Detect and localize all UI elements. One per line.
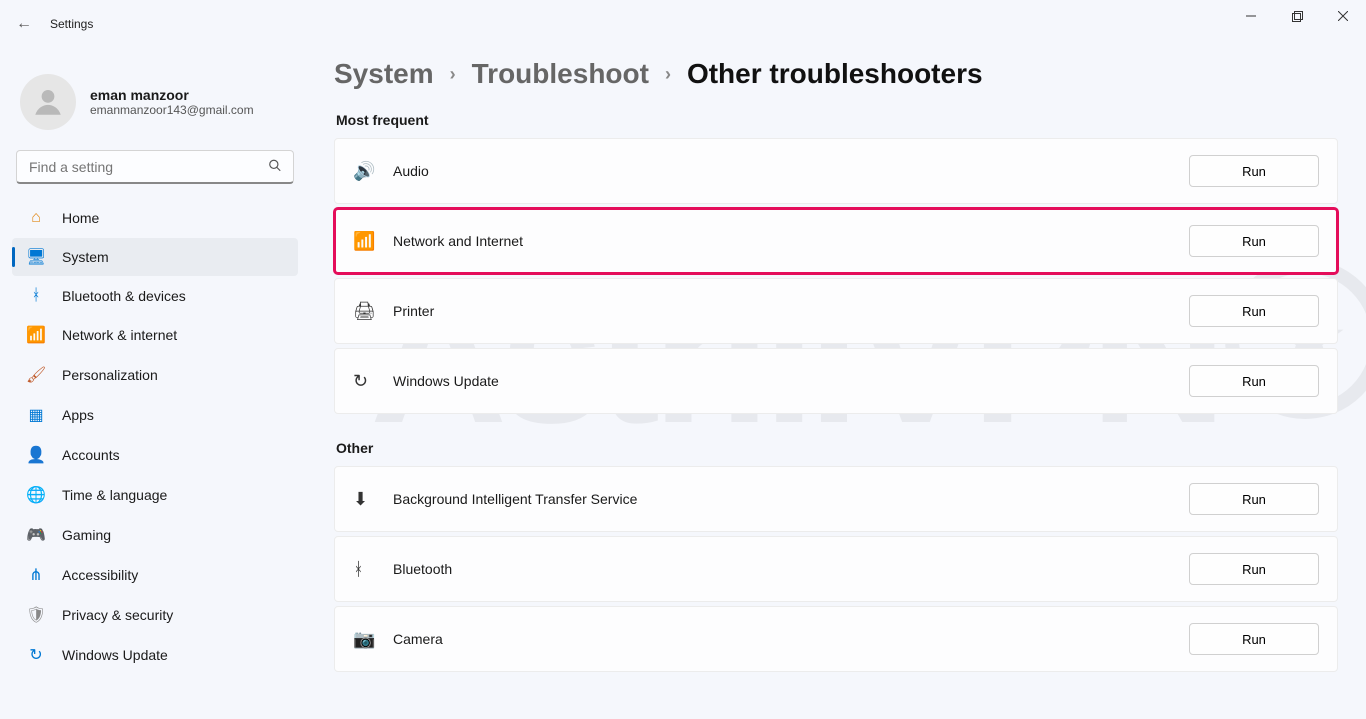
app-title: Settings bbox=[50, 17, 93, 31]
nav-item-system[interactable]: 🖥 System bbox=[12, 238, 298, 276]
titlebar: ← Settings bbox=[0, 0, 1366, 48]
row-label: Audio bbox=[393, 163, 429, 179]
nav-item-privacy-security[interactable]: 🛡 Privacy & security bbox=[12, 596, 298, 634]
breadcrumb-current: Other troubleshooters bbox=[687, 58, 983, 90]
nav-item-time-language[interactable]: 🌐 Time & language bbox=[12, 476, 298, 514]
sys-icon: 🖥 bbox=[26, 247, 46, 267]
upd-icon: ↻ bbox=[26, 645, 46, 665]
nav-item-gaming[interactable]: 🎮 Gaming bbox=[12, 516, 298, 554]
account-name: eman manzoor bbox=[90, 87, 254, 103]
nav-item-label: Bluetooth & devices bbox=[62, 288, 186, 304]
breadcrumb-system[interactable]: System bbox=[334, 58, 434, 90]
troubleshooter-row[interactable]: 📶Network and Internet Run bbox=[334, 208, 1338, 274]
nav-item-accounts[interactable]: 👤 Accounts bbox=[12, 436, 298, 474]
avatar bbox=[20, 74, 76, 130]
run-button[interactable]: Run bbox=[1189, 623, 1319, 655]
row-icon: 🔊 bbox=[353, 161, 393, 182]
breadcrumb-troubleshoot[interactable]: Troubleshoot bbox=[472, 58, 649, 90]
net-icon: 📶 bbox=[26, 325, 46, 345]
run-button[interactable]: Run bbox=[1189, 365, 1319, 397]
row-icon: 🖨 bbox=[353, 301, 393, 322]
account-block[interactable]: eman manzoor emanmanzoor143@gmail.com bbox=[12, 62, 298, 148]
search-input[interactable] bbox=[16, 150, 294, 184]
section-title-most-frequent: Most frequent bbox=[336, 112, 1338, 128]
window-controls bbox=[1228, 0, 1366, 48]
nav-item-bluetooth-devices[interactable]: ᚼ Bluetooth & devices bbox=[12, 278, 298, 314]
run-button[interactable]: Run bbox=[1189, 155, 1319, 187]
nav-item-label: Accessibility bbox=[62, 567, 138, 583]
search-icon bbox=[268, 159, 282, 176]
troubleshooter-row[interactable]: ↻Windows Update Run bbox=[334, 348, 1338, 414]
nav-item-label: Home bbox=[62, 210, 99, 226]
minimize-button[interactable] bbox=[1228, 0, 1274, 32]
breadcrumb: System › Troubleshoot › Other troublesho… bbox=[334, 58, 1338, 90]
nav: ⌂ Home 🖥 System ᚼ Bluetooth & devices 📶 Network… bbox=[12, 200, 298, 674]
nav-item-personalization[interactable]: 🖌 Personalization bbox=[12, 356, 298, 394]
row-label: Background Intelligent Transfer Service bbox=[393, 491, 637, 507]
run-button[interactable]: Run bbox=[1189, 483, 1319, 515]
troubleshooter-row[interactable]: ᚼBluetooth Run bbox=[334, 536, 1338, 602]
close-button[interactable] bbox=[1320, 0, 1366, 32]
chevron-right-icon: › bbox=[665, 64, 671, 85]
nav-item-label: Gaming bbox=[62, 527, 111, 543]
nav-item-label: Windows Update bbox=[62, 647, 168, 663]
run-button[interactable]: Run bbox=[1189, 295, 1319, 327]
acct-icon: 👤 bbox=[26, 445, 46, 465]
troubleshooter-row[interactable]: 📷Camera Run bbox=[334, 606, 1338, 672]
row-icon: ᚼ bbox=[353, 559, 393, 580]
row-label: Camera bbox=[393, 631, 443, 647]
section-title-other: Other bbox=[336, 440, 1338, 456]
sidebar: eman manzoor emanmanzoor143@gmail.com ⌂ H… bbox=[0, 48, 310, 719]
most-frequent-list: 🔊AudioRun📶Network and InternetRun🖨Printe… bbox=[334, 138, 1338, 414]
row-icon: 📷 bbox=[353, 629, 393, 650]
nav-item-label: Accounts bbox=[62, 447, 120, 463]
priv-icon: 🛡 bbox=[26, 605, 46, 625]
troubleshooter-row[interactable]: 🖨Printer Run bbox=[334, 278, 1338, 344]
row-icon: ⬇ bbox=[353, 489, 393, 510]
game-icon: 🎮 bbox=[26, 525, 46, 545]
pers-icon: 🖌 bbox=[26, 365, 46, 385]
row-icon: 📶 bbox=[353, 231, 393, 252]
row-icon: ↻ bbox=[353, 371, 393, 392]
time-icon: 🌐 bbox=[26, 485, 46, 505]
nav-item-label: Network & internet bbox=[62, 327, 177, 343]
nav-item-network-internet[interactable]: 📶 Network & internet bbox=[12, 316, 298, 354]
troubleshooter-row[interactable]: 🔊Audio Run bbox=[334, 138, 1338, 204]
row-label: Bluetooth bbox=[393, 561, 452, 577]
chevron-right-icon: › bbox=[450, 64, 456, 85]
other-list: ⬇Background Intelligent Transfer Service… bbox=[334, 466, 1338, 672]
bt-icon: ᚼ bbox=[26, 287, 46, 305]
home-icon: ⌂ bbox=[26, 209, 46, 227]
troubleshooter-row[interactable]: ⬇Background Intelligent Transfer Service… bbox=[334, 466, 1338, 532]
nav-item-label: Apps bbox=[62, 407, 94, 423]
nav-item-label: Personalization bbox=[62, 367, 158, 383]
run-button[interactable]: Run bbox=[1189, 553, 1319, 585]
back-button[interactable]: ← bbox=[16, 15, 32, 33]
nav-item-home[interactable]: ⌂ Home bbox=[12, 200, 298, 236]
nav-item-windows-update[interactable]: ↻ Windows Update bbox=[12, 636, 298, 674]
nav-item-accessibility[interactable]: ⋔ Accessibility bbox=[12, 556, 298, 594]
main: AstrillVPN System › Troubleshoot › Other… bbox=[310, 48, 1366, 719]
row-label: Network and Internet bbox=[393, 233, 523, 249]
row-label: Printer bbox=[393, 303, 434, 319]
apps-icon: ▦ bbox=[26, 405, 46, 425]
acc-icon: ⋔ bbox=[26, 565, 46, 585]
nav-item-label: Privacy & security bbox=[62, 607, 173, 623]
maximize-button[interactable] bbox=[1274, 0, 1320, 32]
run-button[interactable]: Run bbox=[1189, 225, 1319, 257]
nav-item-label: Time & language bbox=[62, 487, 167, 503]
nav-item-label: System bbox=[62, 249, 109, 265]
nav-item-apps[interactable]: ▦ Apps bbox=[12, 396, 298, 434]
account-email: emanmanzoor143@gmail.com bbox=[90, 103, 254, 117]
row-label: Windows Update bbox=[393, 373, 499, 389]
